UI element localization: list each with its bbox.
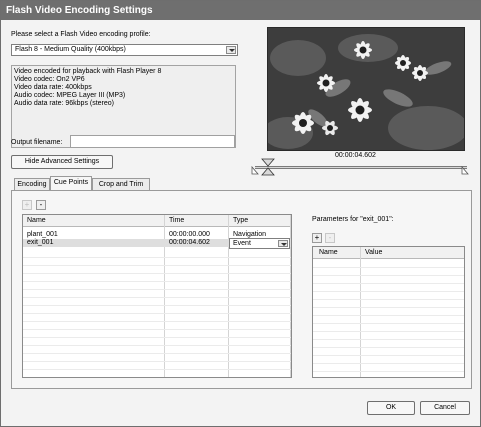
cue-type-select[interactable]: Event xyxy=(229,238,290,249)
cue-type-select-value: Event xyxy=(233,240,251,247)
video-preview xyxy=(267,27,465,151)
flower-1 xyxy=(354,41,372,59)
dialog-title: Flash Video Encoding Settings xyxy=(1,1,480,20)
hide-advanced-settings-button[interactable]: Hide Advanced Settings xyxy=(11,155,113,169)
chevron-down-icon[interactable] xyxy=(278,240,288,247)
cue-points-header: Name Time Type xyxy=(23,215,291,227)
column-type: Type xyxy=(233,217,249,224)
column-param-value: Value xyxy=(365,249,383,256)
profile-select-value: Flash 8 - Medium Quality (400kbps) xyxy=(15,46,126,53)
parameters-table[interactable]: Name Value xyxy=(312,246,465,378)
info-line: Video data rate: 400kbps xyxy=(14,84,92,91)
add-cue-point-button[interactable]: + xyxy=(22,200,32,210)
flower-preview-image xyxy=(268,28,464,150)
in-point-marker xyxy=(251,165,259,175)
column-name: Name xyxy=(27,217,46,224)
cue-time: 00:00:00.000 xyxy=(169,231,210,238)
parameters-header: Name Value xyxy=(313,247,464,259)
info-line: Video codec: On2 VP6 xyxy=(14,76,85,83)
info-line: Audio data rate: 96kbps (stereo) xyxy=(14,100,115,107)
output-filename-input[interactable] xyxy=(70,135,235,148)
ok-button[interactable]: OK xyxy=(367,401,415,415)
tab-cue-points[interactable]: Cue Points xyxy=(50,176,92,190)
output-filename-label: Output filename: xyxy=(11,139,63,146)
info-line: Video encoded for playback with Flash Pl… xyxy=(14,68,162,75)
info-line: Audio codec: MPEG Layer III (MP3) xyxy=(14,92,126,99)
profile-select[interactable]: Flash 8 - Medium Quality (400kbps) xyxy=(11,44,238,56)
cue-name: exit_001 xyxy=(27,239,54,246)
cue-points-panel: + - Name Time Type plant_001 00:00:00.00… xyxy=(11,190,472,389)
out-point-marker xyxy=(461,165,469,175)
playhead-icon xyxy=(261,158,275,167)
cancel-button[interactable]: Cancel xyxy=(420,401,470,415)
add-parameter-button[interactable]: + xyxy=(312,233,322,243)
cue-time: 00:00:04.602 xyxy=(169,239,210,246)
parameters-label: Parameters for "exit_001": xyxy=(312,216,394,223)
dialog-window: Flash Video Encoding Settings Please sel… xyxy=(0,0,481,427)
column-time: Time xyxy=(169,217,185,224)
cue-points-table[interactable]: Name Time Type plant_001 00:00:00.000 Na… xyxy=(22,214,292,378)
column-param-name: Name xyxy=(319,249,338,256)
timeline-markers xyxy=(251,158,469,176)
cue-name: plant_001 xyxy=(27,231,58,238)
profile-prompt: Please select a Flash Video encoding pro… xyxy=(11,31,151,38)
chevron-down-icon[interactable] xyxy=(226,46,236,54)
remove-cue-point-button[interactable]: - xyxy=(36,200,46,210)
remove-parameter-button[interactable]: - xyxy=(325,233,335,243)
